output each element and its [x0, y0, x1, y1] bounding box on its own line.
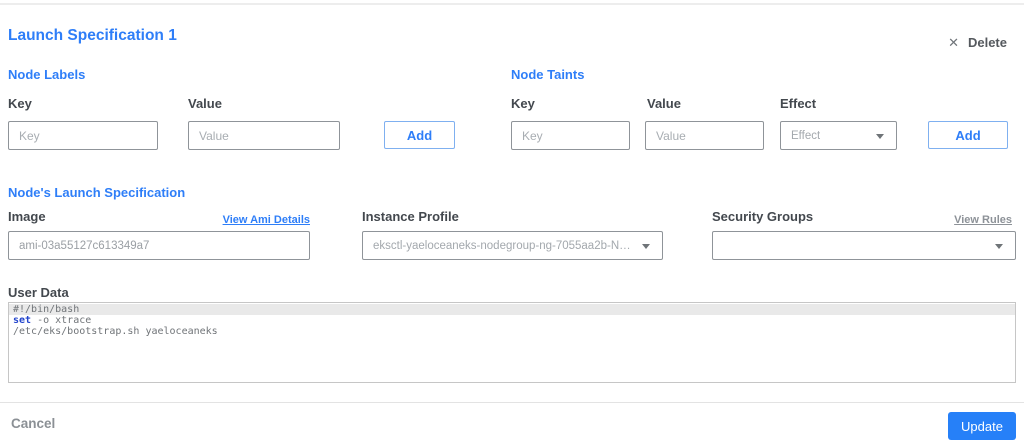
node-labels-value-input[interactable] — [188, 121, 340, 150]
close-icon: ✕ — [948, 35, 959, 50]
footer-divider — [0, 402, 1024, 403]
node-taints-add-button[interactable]: Add — [928, 121, 1008, 149]
page-title: Launch Specification 1 — [8, 27, 177, 44]
cancel-button[interactable]: Cancel — [11, 416, 55, 431]
instance-profile-select[interactable]: eksctl-yaeloceaneks-nodegroup-ng-7055aa2… — [362, 231, 663, 260]
chevron-down-icon — [995, 243, 1003, 249]
instance-profile-label: Instance Profile — [362, 209, 459, 224]
code-line-2-rest: -o xtrace — [31, 315, 92, 326]
node-labels-add-button[interactable]: Add — [384, 121, 455, 149]
node-taints-key-input[interactable] — [511, 121, 630, 150]
image-input[interactable] — [8, 231, 310, 260]
launch-spec-heading: Node's Launch Specification — [8, 185, 186, 200]
node-taints-heading: Node Taints — [511, 67, 585, 82]
instance-profile-value: eksctl-yaeloceaneks-nodegroup-ng-7055aa2… — [373, 239, 634, 252]
view-rules-link[interactable]: View Rules — [954, 214, 1012, 226]
node-taints-value-label: Value — [647, 96, 681, 111]
code-line-3: /etc/eks/bootstrap.sh yaeloceaneks — [13, 326, 218, 337]
code-keyword: set — [13, 315, 32, 326]
delete-button[interactable]: ✕ Delete — [948, 35, 1007, 50]
node-taints-value-input[interactable] — [645, 121, 764, 150]
delete-button-label: Delete — [967, 35, 1007, 50]
code-line-1: #!/bin/bash — [9, 304, 1015, 315]
code-line-2: set -o xtrace — [9, 315, 1015, 326]
node-taints-effect-select[interactable]: Effect — [780, 121, 897, 150]
node-labels-heading: Node Labels — [8, 67, 86, 82]
top-divider — [0, 3, 1024, 5]
security-groups-select[interactable] — [712, 231, 1016, 260]
launch-specification-panel: Launch Specification 1 ✕ Delete Node Lab… — [0, 0, 1024, 444]
chevron-down-icon — [876, 133, 884, 139]
chevron-down-icon — [642, 243, 650, 249]
node-taints-key-label: Key — [511, 96, 535, 111]
view-ami-details-link[interactable]: View Ami Details — [223, 214, 310, 226]
node-taints-effect-label: Effect — [780, 96, 817, 111]
effect-select-placeholder: Effect — [791, 129, 821, 142]
user-data-label: User Data — [8, 285, 69, 300]
node-labels-key-input[interactable] — [8, 121, 158, 150]
node-labels-value-label: Value — [188, 96, 222, 111]
user-data-editor[interactable]: #!/bin/bash set -o xtrace /etc/eks/boots… — [8, 302, 1016, 383]
node-labels-key-label: Key — [8, 96, 32, 111]
update-button[interactable]: Update — [948, 412, 1016, 440]
